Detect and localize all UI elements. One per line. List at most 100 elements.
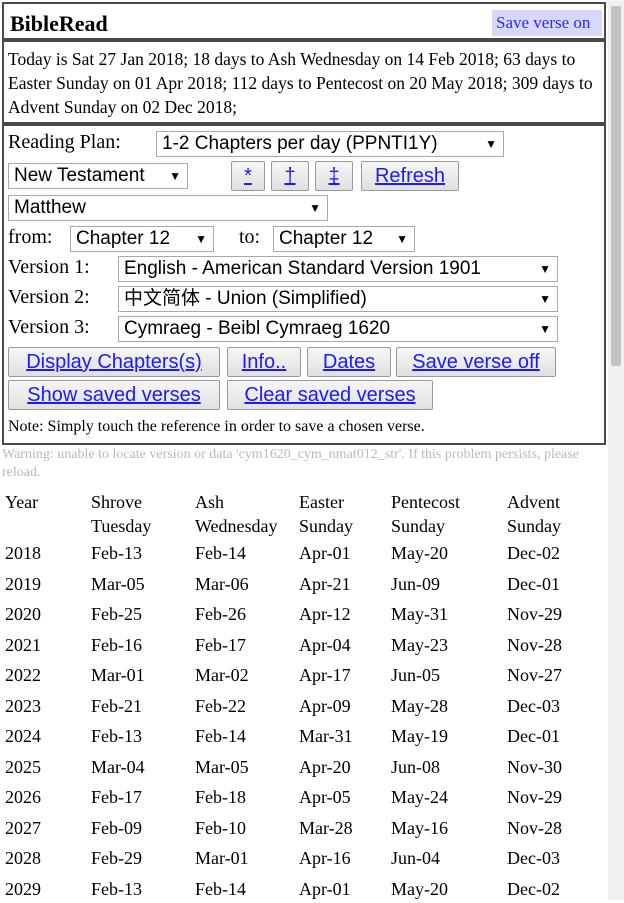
show-saved-verses-button[interactable]: Show saved verses: [8, 380, 220, 410]
table-row: 2028Feb-29Mar-01Apr-16Jun-04Dec-03: [0, 842, 606, 873]
column-header-line: Advent: [507, 490, 561, 514]
table-cell: Feb-16: [91, 633, 142, 657]
chevron-down-icon: ▼: [485, 132, 497, 156]
info-button[interactable]: Info..: [227, 347, 301, 377]
table-row: 2022Mar-01Mar-02Apr-17Jun-05Nov-27: [0, 659, 606, 690]
chevron-down-icon: ▼: [169, 164, 181, 188]
table-cell: 2025: [5, 755, 41, 779]
chevron-down-icon: ▼: [539, 257, 551, 281]
column-header-line: Year: [5, 490, 38, 514]
to-chapter-select[interactable]: Chapter 12▼: [273, 226, 415, 252]
version1-select[interactable]: English - American Standard Version 1901…: [118, 256, 558, 282]
table-cell: Mar-05: [195, 755, 249, 779]
table-cell: Mar-31: [299, 724, 353, 748]
table-cell: 2020: [5, 602, 41, 626]
chevron-down-icon: ▼: [195, 227, 207, 251]
table-cell: Nov-28: [507, 633, 562, 657]
table-cell: 2028: [5, 846, 41, 870]
column-header-line: Sunday: [391, 514, 460, 538]
column-header-line: Sunday: [299, 514, 353, 538]
table-row: 2023Feb-21Feb-22Apr-09May-28Dec-03: [0, 690, 606, 721]
refresh-button[interactable]: Refresh: [361, 161, 459, 191]
table-cell: 2029: [5, 877, 41, 901]
table-cell: May-20: [391, 541, 448, 565]
column-header-line: Pentecost: [391, 490, 460, 514]
column-header-line: Tuesday: [91, 514, 151, 538]
table-cell: Feb-17: [195, 633, 246, 657]
vertical-scrollbar[interactable]: [608, 0, 624, 900]
table-cell: Feb-29: [91, 846, 142, 870]
scrollbar-thumb[interactable]: [611, 6, 621, 366]
table-cell: Mar-28: [299, 816, 353, 840]
version3-label: Version 3:: [8, 316, 90, 339]
dates-summary: Today is Sat 27 Jan 2018; 18 days to Ash…: [8, 47, 604, 119]
chevron-down-icon: ▼: [396, 227, 408, 251]
table-cell: Nov-29: [507, 785, 562, 809]
table-cell: Feb-21: [91, 694, 142, 718]
column-header: AdventSunday: [507, 490, 561, 538]
table-cell: 2022: [5, 663, 41, 687]
dates-panel: Today is Sat 27 Jan 2018; 18 days to Ash…: [2, 40, 606, 124]
column-header-line: Shrove: [91, 490, 151, 514]
column-header: EasterSunday: [299, 490, 353, 538]
table-cell: Apr-01: [299, 877, 351, 901]
column-header: PentecostSunday: [391, 490, 460, 538]
table-cell: May-24: [391, 785, 448, 809]
column-header-line: Wednesday: [195, 514, 278, 538]
column-header-line: Ash: [195, 490, 278, 514]
table-cell: Dec-02: [507, 541, 560, 565]
table-cell: Mar-04: [91, 755, 145, 779]
version2-select[interactable]: 中文简体 - Union (Simplified)▼: [118, 286, 558, 312]
version1-value: English - American Standard Version 1901: [124, 258, 481, 279]
testament-select[interactable]: New Testament▼: [8, 163, 188, 189]
table-cell: Apr-21: [299, 572, 351, 596]
column-header: AshWednesday: [195, 490, 278, 538]
star-button[interactable]: *: [231, 161, 265, 191]
version3-value: Cymraeg - Beibl Cymraeg 1620: [124, 318, 390, 339]
table-cell: Apr-09: [299, 694, 351, 718]
header-bar: BibleRead Save verse on: [2, 2, 606, 40]
table-cell: May-16: [391, 816, 448, 840]
table-row: 2029Feb-13Feb-14Apr-01May-20Dec-02: [0, 873, 606, 903]
table-cell: Apr-04: [299, 633, 351, 657]
controls-panel: Reading Plan: 1-2 Chapters per day (PPNT…: [2, 124, 606, 445]
dates-button[interactable]: Dates: [307, 347, 391, 377]
table-cell: Feb-17: [91, 785, 142, 809]
table-cell: Nov-27: [507, 663, 562, 687]
table-cell: 2026: [5, 785, 41, 809]
table-cell: 2018: [5, 541, 41, 565]
to-label: to:: [239, 226, 260, 249]
save-verse-toggle[interactable]: Save verse on: [492, 10, 602, 36]
from-chapter-select[interactable]: Chapter 12▼: [70, 226, 214, 252]
table-row: 2026Feb-17Feb-18Apr-05May-24Nov-29: [0, 781, 606, 812]
reading-plan-select[interactable]: 1-2 Chapters per day (PPNTI1Y) ▼: [156, 131, 504, 157]
double-dagger-button[interactable]: ‡: [315, 161, 353, 191]
table-cell: May-23: [391, 633, 448, 657]
table-row: 2021Feb-16Feb-17Apr-04May-23Nov-28: [0, 629, 606, 660]
version3-select[interactable]: Cymraeg - Beibl Cymraeg 1620▼: [118, 316, 558, 342]
table-cell: Dec-03: [507, 694, 560, 718]
table-cell: Nov-28: [507, 816, 562, 840]
table-cell: Mar-02: [195, 663, 249, 687]
save-verse-off-button[interactable]: Save verse off: [396, 347, 556, 377]
display-chapters-button[interactable]: Display Chapters(s): [8, 347, 220, 377]
table-cell: Jun-04: [391, 846, 440, 870]
reading-plan-value: 1-2 Chapters per day (PPNTI1Y): [162, 133, 438, 154]
table-cell: Mar-01: [91, 663, 145, 687]
clear-saved-verses-button[interactable]: Clear saved verses: [227, 380, 433, 410]
table-cell: 2024: [5, 724, 41, 748]
chevron-down-icon: ▼: [309, 196, 321, 220]
table-cell: Feb-25: [91, 602, 142, 626]
table-cell: Apr-12: [299, 602, 351, 626]
table-cell: Dec-02: [507, 877, 560, 901]
table-cell: Apr-17: [299, 663, 351, 687]
table-cell: Apr-16: [299, 846, 351, 870]
warning-message: Warning: unable to locate version or dat…: [2, 446, 592, 482]
table-cell: May-20: [391, 877, 448, 901]
dagger-button[interactable]: †: [271, 161, 309, 191]
table-cell: Feb-18: [195, 785, 246, 809]
table-row: 2027Feb-09Feb-10Mar-28May-16Nov-28: [0, 812, 606, 843]
book-select[interactable]: Matthew▼: [8, 195, 328, 221]
table-row: 2019Mar-05Mar-06Apr-21Jun-09Dec-01: [0, 568, 606, 599]
table-cell: Jun-08: [391, 755, 440, 779]
